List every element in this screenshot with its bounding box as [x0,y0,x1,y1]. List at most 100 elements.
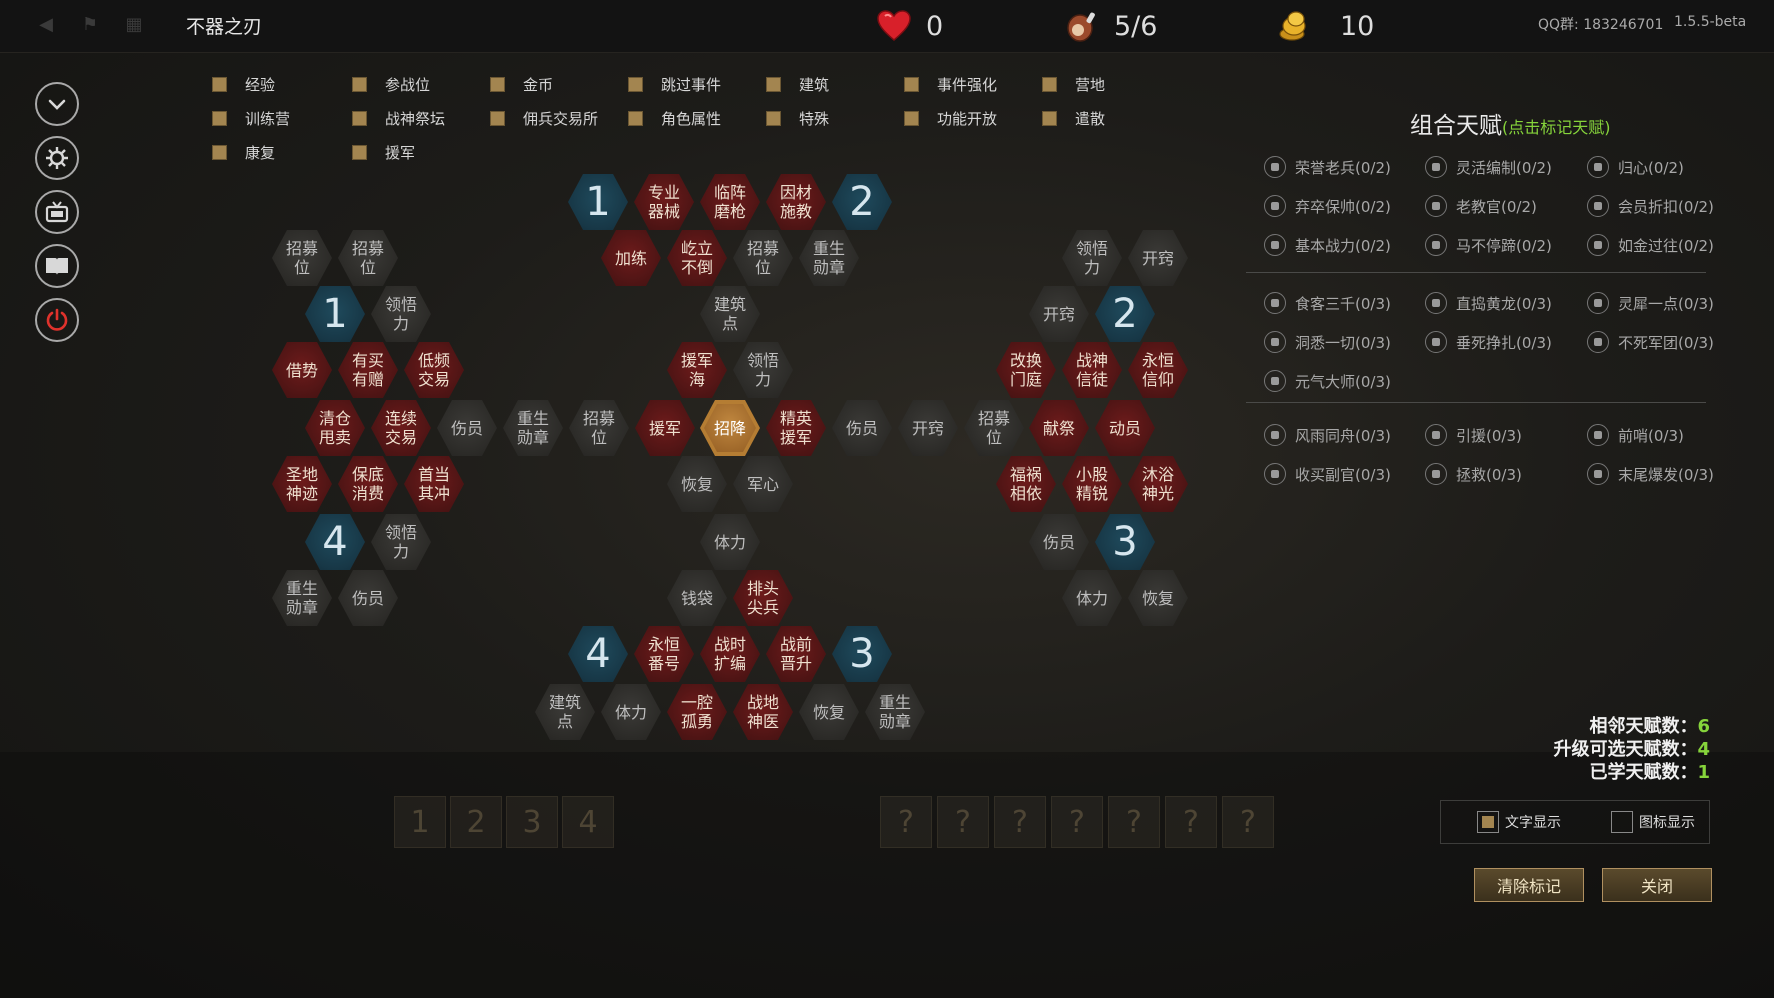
talent-hex[interactable]: 战神 信徒 [1062,342,1122,398]
talent-hex[interactable]: 首当 其冲 [404,456,464,512]
icon-display-option[interactable]: 图标显示 [1611,811,1695,833]
talent-hex[interactable]: 开窍 [1128,230,1188,286]
talent-hex[interactable]: 永恒 信仰 [1128,342,1188,398]
talent-hex[interactable]: 沐浴 神光 [1128,456,1188,512]
talent-hex[interactable]: 一腔 孤勇 [667,684,727,740]
combo-talent[interactable]: 引援(0/3) [1425,424,1522,446]
talent-hex[interactable]: 有买 有赠 [338,342,398,398]
talent-hex[interactable]: 伤员 [1029,514,1089,570]
talent-hex[interactable]: 援军 [635,400,695,456]
combo-talent-icon [1587,234,1609,256]
talent-hex[interactable]: 招募 位 [569,400,629,456]
talent-hex[interactable]: 领悟 力 [371,514,431,570]
combo-talent[interactable]: 元气大师(0/3) [1264,370,1391,392]
talent-hex[interactable]: 改换 门庭 [996,342,1056,398]
combo-talent[interactable]: 如金过往(0/2) [1587,234,1714,256]
talent-hex[interactable]: 恢复 [667,456,727,512]
talent-label: 伤员 [450,418,483,438]
combo-talent[interactable]: 不死军团(0/3) [1587,331,1714,353]
talent-hex[interactable]: 领悟 力 [1062,230,1122,286]
talent-hex[interactable]: 援军 海 [667,342,727,398]
combo-talent[interactable]: 直捣黄龙(0/3) [1425,292,1552,314]
combo-talent-icon [1587,424,1609,446]
combo-talent[interactable]: 洞悉一切(0/3) [1264,331,1391,353]
combo-talent[interactable]: 灵犀一点(0/3) [1587,292,1714,314]
combo-talent[interactable]: 会员折扣(0/2) [1587,195,1714,217]
combo-talent[interactable]: 前哨(0/3) [1587,424,1684,446]
talent-hex[interactable]: 圣地 神迹 [272,456,332,512]
talent-hex[interactable]: 开窍 [898,400,958,456]
talent-hex[interactable]: 低频 交易 [404,342,464,398]
talent-hex[interactable]: 恢复 [1128,570,1188,626]
combo-talent[interactable]: 荣誉老兵(0/2) [1264,156,1391,178]
talent-hex[interactable]: 体力 [700,514,760,570]
talent-hex[interactable]: 开窍 [1029,286,1089,342]
close-button[interactable]: 关闭 [1602,868,1712,902]
talent-hex[interactable]: 重生 勋章 [865,684,925,740]
combo-talent-icon [1425,195,1447,217]
talent-hex[interactable]: 小股 精锐 [1062,456,1122,512]
combo-talent[interactable]: 风雨同舟(0/3) [1264,424,1391,446]
talent-hex[interactable]: 献祭 [1029,400,1089,456]
talent-hex[interactable]: 体力 [1062,570,1122,626]
talent-hex[interactable]: 清仓 甩卖 [305,400,365,456]
talent-hex[interactable]: 福祸 相依 [996,456,1056,512]
icon-display-checkbox[interactable] [1611,811,1633,833]
talent-label: 清仓 甩卖 [318,409,351,447]
talent-hex[interactable]: 建筑 点 [535,684,595,740]
talent-hex[interactable]: 建筑 点 [700,286,760,342]
talent-hex[interactable]: 战时 扩编 [700,626,760,682]
talent-hex[interactable]: 临阵 磨枪 [700,174,760,230]
talent-hex[interactable]: 战前 晋升 [766,626,826,682]
talent-hex[interactable]: 伤员 [832,400,892,456]
talent-hex[interactable]: 重生 勋章 [799,230,859,286]
talent-hex[interactable]: 因材 施教 [766,174,826,230]
talent-hex[interactable]: 重生 勋章 [272,570,332,626]
talent-hex[interactable]: 专业 器械 [634,174,694,230]
talent-hex[interactable]: 永恒 番号 [634,626,694,682]
talent-hex[interactable]: 伤员 [338,570,398,626]
combo-talent[interactable]: 马不停蹄(0/2) [1425,234,1552,256]
combo-talent[interactable]: 弃卒保帅(0/2) [1264,195,1391,217]
talent-hex-selected[interactable]: 招降 [700,400,760,456]
combo-talent-label: 末尾爆发(0/3) [1618,465,1714,484]
combo-talent[interactable]: 垂死挣扎(0/3) [1425,331,1552,353]
combo-talent-label: 食客三千(0/3) [1295,294,1391,313]
text-display-option[interactable]: 文字显示 [1477,811,1561,833]
talent-hex[interactable]: 重生 勋章 [503,400,563,456]
combo-talent[interactable]: 食客三千(0/3) [1264,292,1391,314]
combo-talent[interactable]: 归心(0/2) [1587,156,1684,178]
talent-hex[interactable]: 军心 [733,456,793,512]
talent-hex[interactable]: 加练 [601,230,661,286]
talent-hex[interactable]: 排头 尖兵 [733,570,793,626]
talent-hex[interactable]: 保底 消费 [338,456,398,512]
talent-hex[interactable]: 招募 位 [733,230,793,286]
talent-hex[interactable]: 动员 [1095,400,1155,456]
talent-hex[interactable]: 连续 交易 [371,400,431,456]
talent-hex[interactable]: 领悟 力 [371,286,431,342]
talent-hex[interactable]: 招募 位 [272,230,332,286]
talent-hex[interactable]: 钱袋 [667,570,727,626]
talent-hex[interactable]: 伤员 [437,400,497,456]
combo-talent[interactable]: 灵活编制(0/2) [1425,156,1552,178]
combo-talent[interactable]: 收买副官(0/3) [1264,463,1391,485]
talent-hex[interactable]: 招募 位 [338,230,398,286]
combo-talent[interactable]: 拯救(0/3) [1425,463,1522,485]
talent-hex[interactable]: 借势 [272,342,332,398]
talent-hex[interactable]: 恢复 [799,684,859,740]
text-display-checkbox[interactable] [1477,811,1499,833]
talent-label: 献祭 [1042,418,1075,438]
talent-hex[interactable]: 领悟 力 [733,342,793,398]
talent-hex[interactable]: 招募 位 [964,400,1024,456]
talent-hex[interactable]: 战地 神医 [733,684,793,740]
talent-label: 改换 门庭 [1009,351,1042,389]
clear-marks-button[interactable]: 清除标记 [1474,868,1584,902]
talent-label: 领悟 力 [746,351,779,389]
combo-talent[interactable]: 老教官(0/2) [1425,195,1537,217]
combo-talent[interactable]: 末尾爆发(0/3) [1587,463,1714,485]
talent-hex[interactable]: 体力 [601,684,661,740]
combo-talent-icon [1425,156,1447,178]
talent-hex[interactable]: 精英 援军 [766,400,826,456]
combo-talent[interactable]: 基本战力(0/2) [1264,234,1391,256]
talent-hex[interactable]: 屹立 不倒 [667,230,727,286]
